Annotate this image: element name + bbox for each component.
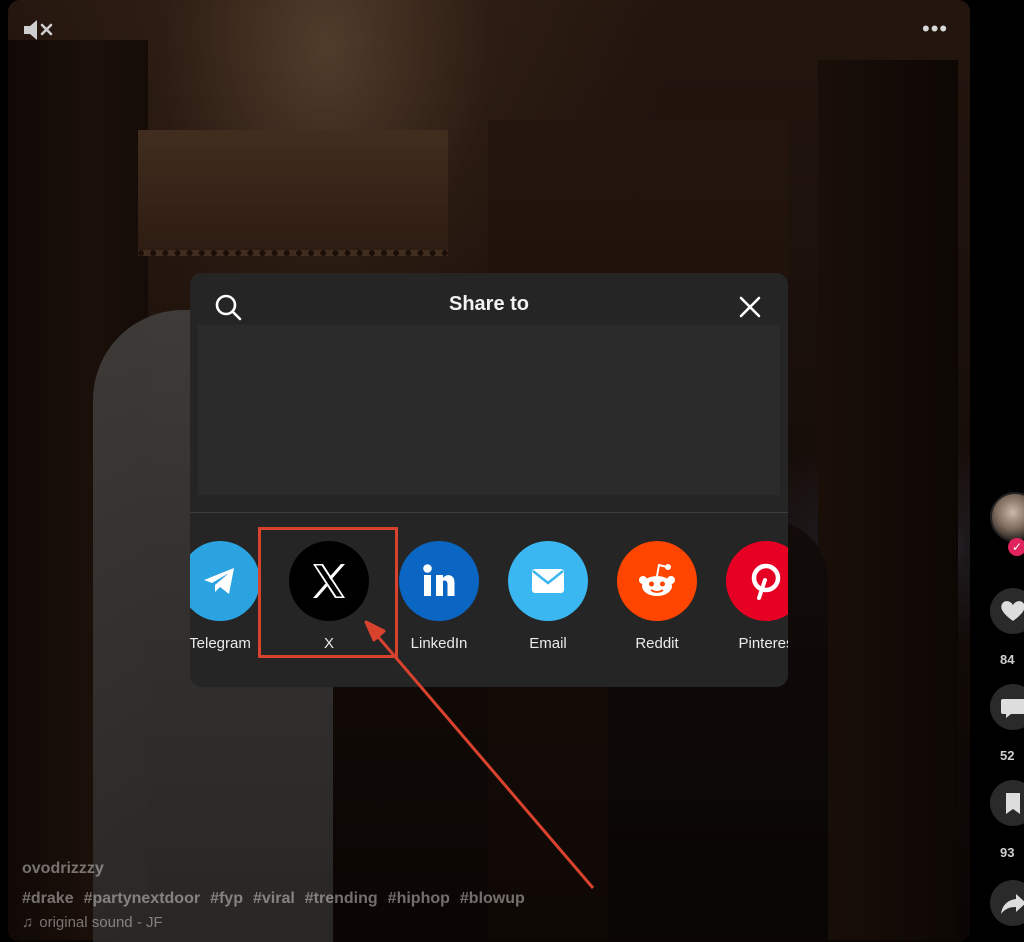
video-username[interactable]: ovodrizzzy: [22, 860, 535, 878]
share-option-email[interactable]: Email: [503, 541, 593, 652]
share-option-linkedin[interactable]: LinkedIn: [394, 541, 484, 652]
bookmark-icon: [1006, 793, 1020, 814]
hashtag[interactable]: #partynextdoor: [84, 890, 200, 907]
like-count: 84: [1000, 652, 1015, 667]
hashtag[interactable]: #viral: [253, 890, 295, 907]
email-icon: [508, 541, 588, 621]
sound-info[interactable]: ♫ original sound - JF: [22, 914, 535, 931]
hashtag[interactable]: #hiphop: [388, 890, 450, 907]
music-note-icon: ♫: [22, 914, 34, 931]
share-option-telegram[interactable]: Telegram: [190, 541, 265, 652]
save-button[interactable]: [990, 780, 1024, 826]
share-option-label: Email: [529, 635, 567, 652]
share-option-label: Telegram: [190, 635, 251, 652]
share-option-label: LinkedIn: [410, 635, 468, 652]
annotation-highlight-box: [258, 527, 398, 658]
telegram-icon: [190, 541, 260, 621]
linkedin-icon: [399, 541, 479, 621]
comment-count: 52: [1000, 748, 1015, 763]
action-rail: ✓ 84 52 93: [988, 0, 1024, 942]
video-meta: ovodrizzzy #drake #partynextdoor #fyp #vira…: [22, 860, 535, 931]
share-option-label: Pinteres: [738, 635, 788, 652]
hashtag[interactable]: #trending: [305, 890, 378, 907]
share-option-reddit[interactable]: Reddit: [612, 541, 702, 652]
save-count: 93: [1000, 845, 1015, 860]
share-button[interactable]: [990, 880, 1024, 926]
heart-icon: [1001, 601, 1024, 621]
creator-avatar[interactable]: [990, 492, 1024, 542]
mute-icon[interactable]: [22, 18, 56, 42]
comment-icon: [1001, 699, 1024, 718]
hashtag-list: #drake #partynextdoor #fyp #viral #trending #…: [22, 890, 535, 908]
divider: [190, 512, 788, 513]
share-option-label: Reddit: [635, 635, 679, 652]
follow-badge-icon[interactable]: ✓: [1008, 538, 1024, 556]
more-options-icon[interactable]: •••: [922, 16, 948, 42]
pinterest-icon: [726, 541, 788, 621]
hashtag[interactable]: #fyp: [210, 890, 243, 907]
comment-button[interactable]: [990, 684, 1024, 730]
share-arrow-icon: [1001, 894, 1024, 914]
sound-name: original sound - JF: [39, 914, 163, 931]
close-icon[interactable]: [738, 295, 762, 319]
share-option-pinterest[interactable]: Pinteres: [721, 541, 788, 652]
share-friends-area: [198, 325, 780, 495]
like-button[interactable]: [990, 588, 1024, 634]
hashtag[interactable]: #drake: [22, 890, 74, 907]
reddit-icon: [617, 541, 697, 621]
hashtag[interactable]: #blowup: [460, 890, 525, 907]
share-modal-title: Share to: [448, 293, 530, 315]
